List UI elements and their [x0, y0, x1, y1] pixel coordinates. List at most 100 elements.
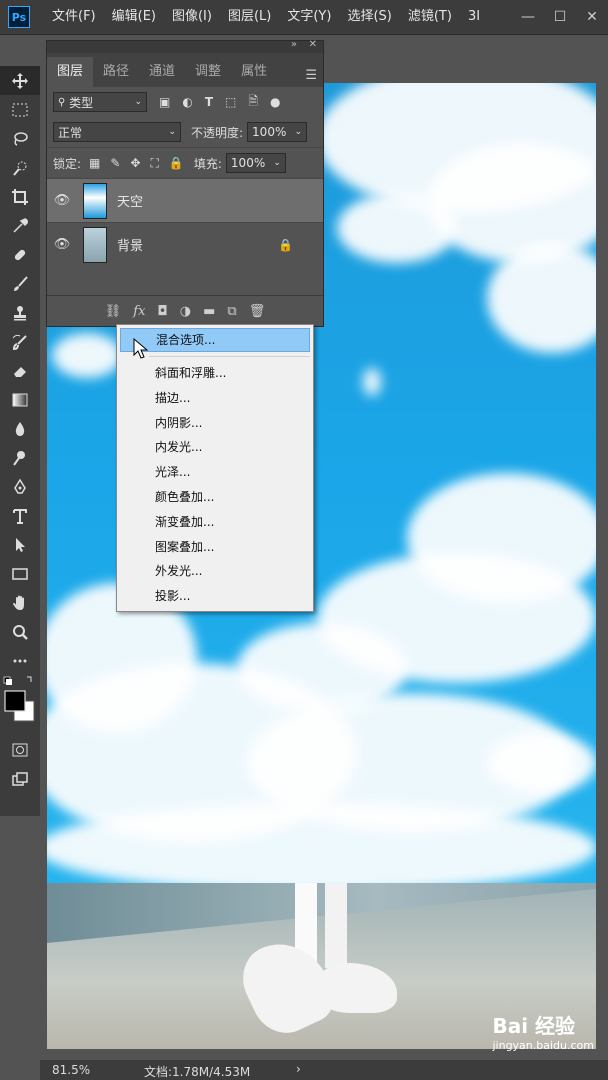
fill-field[interactable]: 100% ⌄	[225, 153, 286, 173]
marquee-tool-icon[interactable]	[0, 95, 40, 124]
mask-icon[interactable]: ◘	[157, 304, 167, 319]
filter-shape-icon[interactable]: ⬚	[225, 95, 236, 109]
gradient-tool-icon[interactable]	[0, 385, 40, 414]
blend-mode-select[interactable]: 正常 ⌄	[53, 122, 181, 142]
opacity-label: 不透明度:	[191, 125, 244, 140]
filter-type-icon[interactable]: T	[205, 95, 213, 109]
hand-tool-icon[interactable]	[0, 588, 40, 617]
pen-tool-icon[interactable]	[0, 472, 40, 501]
adjustment-icon[interactable]: ◑	[180, 304, 191, 319]
folder-icon[interactable]: ▬	[203, 304, 215, 319]
chevron-down-icon: ⌄	[168, 127, 176, 137]
rectangle-tool-icon[interactable]	[0, 559, 40, 588]
path-select-icon[interactable]	[0, 530, 40, 559]
layer-name[interactable]: 背景	[117, 235, 143, 254]
layer-row-sky[interactable]: 👁 天空	[47, 178, 323, 222]
menu-item-inner-glow[interactable]: 内发光...	[117, 435, 313, 460]
menu-item-pattern-overlay[interactable]: 图案叠加...	[117, 535, 313, 560]
blend-mode-value: 正常	[58, 125, 83, 140]
mouse-cursor-icon	[133, 338, 149, 359]
menu-item-inner-shadow[interactable]: 内阴影...	[117, 411, 313, 436]
menu-select[interactable]: 选择(S)	[339, 0, 399, 34]
screen-mode-icon[interactable]	[0, 764, 40, 793]
crop-tool-icon[interactable]	[0, 182, 40, 211]
tab-layers[interactable]: 图层	[47, 57, 94, 87]
layer-name[interactable]: 天空	[117, 191, 143, 210]
blur-tool-icon[interactable]	[0, 414, 40, 443]
layers-panel: » ✕ 图层 路径 通道 调整 属性 ☰ ⚲ 类型 ⌄ ▣ ◐ T ⬚ 🗎 ● 正…	[46, 39, 324, 327]
menu-item-bevel-emboss[interactable]: 斜面和浮雕...	[117, 361, 313, 386]
new-layer-icon[interactable]: ⧉	[227, 304, 236, 319]
eyedropper-tool-icon[interactable]	[0, 211, 40, 240]
menu-item-satin[interactable]: 光泽...	[117, 460, 313, 485]
filter-pixel-icon[interactable]: ▣	[159, 95, 170, 109]
close-button[interactable]: ✕	[576, 0, 608, 34]
quick-select-tool-icon[interactable]	[0, 153, 40, 182]
lock-position-icon[interactable]: ✥	[130, 156, 140, 170]
panel-menu-icon[interactable]: ☰	[305, 68, 317, 83]
maximize-button[interactable]: ☐	[544, 0, 576, 34]
tab-channels[interactable]: 通道	[139, 57, 185, 87]
lock-transparent-icon[interactable]: ▦	[89, 156, 100, 170]
panel-footer: ⛓ fx ◘ ◑ ▬ ⧉ 🗑	[47, 295, 323, 326]
type-tool-icon[interactable]	[0, 501, 40, 530]
lock-label: 锁定:	[53, 156, 82, 171]
fx-icon[interactable]: fx	[133, 304, 145, 319]
photoshop-logo: Ps	[8, 6, 30, 28]
watermark-brand: Bai 经验	[492, 1014, 576, 1038]
filter-adjustment-icon[interactable]: ◐	[182, 95, 192, 109]
lock-icon: 🔒	[278, 237, 293, 252]
eye-icon[interactable]: 👁	[47, 237, 77, 252]
menu-item-outer-glow[interactable]: 外发光...	[117, 559, 313, 584]
tab-adjustments[interactable]: 调整	[185, 57, 231, 87]
close-panel-icon[interactable]: ✕	[309, 39, 317, 50]
history-brush-icon[interactable]	[0, 327, 40, 356]
search-icon: ⚲	[58, 96, 66, 108]
menu-item-gradient-overlay[interactable]: 渐变叠加...	[117, 510, 313, 535]
lock-all-icon[interactable]: 🔒	[169, 156, 184, 170]
menu-item-color-overlay[interactable]: 颜色叠加...	[117, 485, 313, 510]
quick-mask-icon[interactable]	[0, 735, 40, 764]
watermark: Bai 经验 jingyan.baidu.com	[492, 1010, 594, 1052]
menu-type[interactable]: 文字(Y)	[279, 0, 339, 34]
lock-artboard-icon[interactable]: ⛶	[151, 156, 159, 171]
layer-style-menu: 混合选项... 斜面和浮雕... 描边... 内阴影... 内发光... 光泽.…	[116, 324, 314, 612]
lock-pixels-icon[interactable]: ✎	[110, 156, 120, 170]
menu-image[interactable]: 图像(I)	[164, 0, 220, 34]
eraser-tool-icon[interactable]	[0, 356, 40, 385]
menu-file[interactable]: 文件(F)	[44, 0, 104, 34]
stamp-tool-icon[interactable]	[0, 298, 40, 327]
eye-icon[interactable]: 👁	[47, 193, 77, 208]
trash-icon[interactable]: 🗑	[249, 304, 266, 319]
panel-header[interactable]: » ✕	[47, 39, 323, 53]
menu-layer[interactable]: 图层(L)	[220, 0, 279, 34]
zoom-tool-icon[interactable]	[0, 617, 40, 646]
status-arrow-icon[interactable]: ›	[296, 1062, 301, 1076]
move-tool-icon[interactable]	[0, 66, 40, 95]
layer-filter-select[interactable]: ⚲ 类型 ⌄	[53, 92, 147, 112]
menu-item-stroke[interactable]: 描边...	[117, 386, 313, 411]
tab-paths[interactable]: 路径	[93, 57, 139, 87]
minimize-button[interactable]: —	[512, 0, 544, 34]
filter-smart-icon[interactable]: 🗎	[248, 92, 258, 113]
dodge-tool-icon[interactable]	[0, 443, 40, 472]
filter-toggle-icon[interactable]: ●	[270, 95, 280, 109]
tab-properties[interactable]: 属性	[231, 57, 277, 87]
menu-edit[interactable]: 编辑(E)	[104, 0, 164, 34]
brush-tool-icon[interactable]	[0, 269, 40, 298]
opacity-field[interactable]: 100% ⌄	[247, 122, 308, 142]
chevron-down-icon: ⌄	[294, 127, 303, 137]
link-icon[interactable]: ⛓	[105, 304, 122, 319]
menu-item-drop-shadow[interactable]: 投影...	[117, 584, 313, 609]
lasso-tool-icon[interactable]	[0, 124, 40, 153]
layer-row-background[interactable]: 👁 背景 🔒	[47, 222, 323, 266]
menu-filter[interactable]: 滤镜(T)	[400, 0, 460, 34]
collapse-icon[interactable]: »	[291, 39, 297, 50]
zoom-level[interactable]: 81.5%	[52, 1063, 90, 1077]
healing-brush-icon[interactable]	[0, 240, 40, 269]
more-tools-icon[interactable]	[0, 646, 40, 675]
watermark-url: jingyan.baidu.com	[492, 1039, 594, 1052]
menu-3d[interactable]: 3I	[460, 0, 488, 34]
menu-bar: Ps 文件(F) 编辑(E) 图像(I) 图层(L) 文字(Y) 选择(S) 滤…	[0, 0, 608, 35]
color-swatches[interactable]	[0, 675, 40, 735]
